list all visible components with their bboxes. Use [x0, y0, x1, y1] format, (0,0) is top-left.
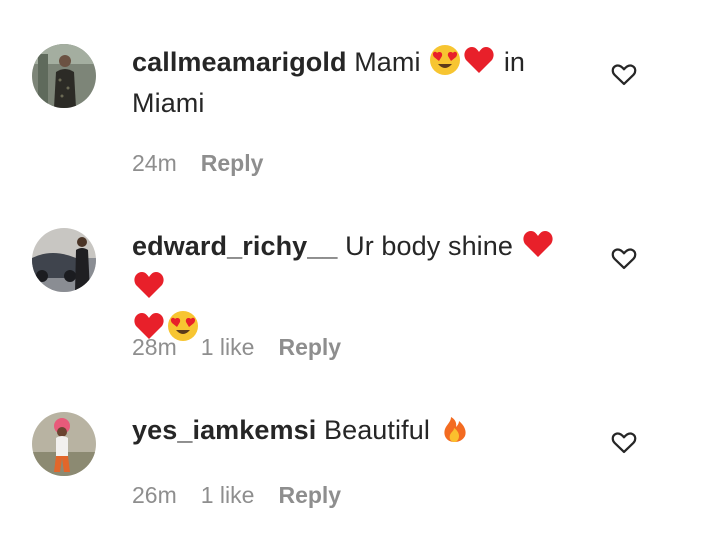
avatar[interactable]	[32, 44, 96, 108]
like-count[interactable]: 1 like	[201, 334, 255, 360]
red-heart-emoji-icon	[133, 269, 165, 310]
reply-button[interactable]: Reply	[278, 482, 341, 508]
comment-meta: 28m 1 like Reply	[132, 334, 365, 361]
comment-meta: 24m Reply	[132, 150, 287, 177]
comment-body: Beautiful	[323, 415, 430, 445]
heart-eyes-emoji-icon	[429, 44, 461, 85]
comment-time: 26m	[132, 482, 177, 508]
reply-button[interactable]: Reply	[201, 150, 264, 176]
comment-time: 24m	[132, 150, 177, 176]
comment-username[interactable]: edward_richy__	[132, 231, 338, 261]
fire-emoji-icon	[439, 412, 471, 453]
like-heart-icon[interactable]	[610, 244, 638, 272]
comment-text: yes_iamkemsi Beautiful	[132, 412, 572, 453]
comment-text: callmeamarigold Mami in Miami	[132, 44, 572, 121]
comment-body: Mami	[354, 47, 421, 77]
reply-button[interactable]: Reply	[278, 334, 341, 360]
like-count[interactable]: 1 like	[201, 482, 255, 508]
comment-username[interactable]: yes_iamkemsi	[132, 415, 316, 445]
avatar[interactable]	[32, 228, 96, 292]
red-heart-emoji-icon	[522, 228, 554, 269]
comment-body: Ur body shine	[345, 231, 514, 261]
avatar[interactable]	[32, 412, 96, 476]
comment-text: edward_richy__ Ur body shine	[132, 228, 572, 351]
like-heart-icon[interactable]	[610, 428, 638, 456]
comment-time: 28m	[132, 334, 177, 360]
comment-meta: 26m 1 like Reply	[132, 482, 365, 509]
like-heart-icon[interactable]	[610, 60, 638, 88]
red-heart-emoji-icon	[463, 44, 495, 85]
comment-username[interactable]: callmeamarigold	[132, 47, 347, 77]
